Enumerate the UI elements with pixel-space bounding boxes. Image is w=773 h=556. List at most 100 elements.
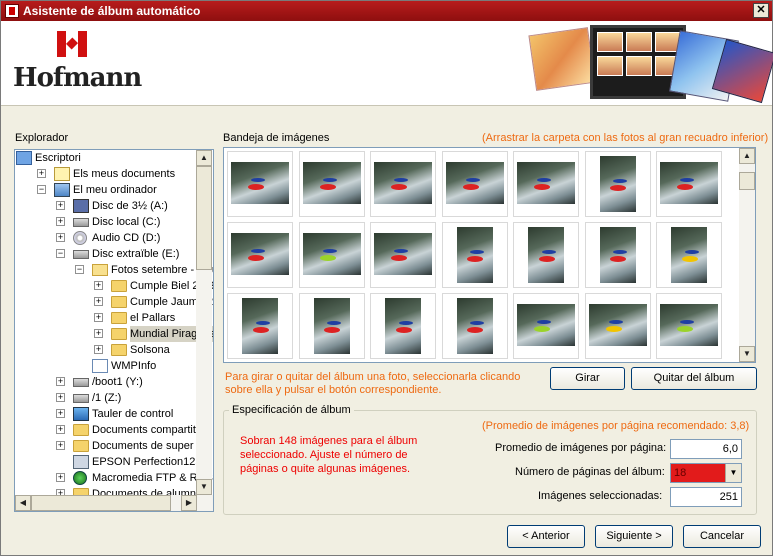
drive-icon	[73, 394, 89, 403]
chevron-down-icon[interactable]: ▼	[725, 464, 741, 482]
tree-item-label: Tauler de control	[92, 408, 174, 420]
expand-icon[interactable]: +	[56, 441, 65, 450]
photo-thumbnail[interactable]	[584, 222, 651, 288]
scroll-thumb[interactable]	[196, 166, 212, 270]
expand-icon[interactable]: +	[94, 329, 103, 338]
folder-open-icon	[92, 264, 108, 276]
tray-hint: (Arrastrar la carpeta con las fotos al g…	[482, 132, 769, 144]
tree-item-label: WMPInfo	[111, 360, 157, 372]
page-count-label: Número de páginas del álbum:	[515, 466, 665, 478]
folder-tree[interactable]: Escriptori + Els meus documents − El meu ord…	[14, 149, 214, 512]
photo-thumbnail[interactable]	[441, 151, 508, 217]
next-button[interactable]: Siguiente >	[595, 525, 673, 548]
rotate-button[interactable]: Girar	[550, 367, 625, 390]
page-count-value: 18	[674, 467, 687, 479]
expand-icon[interactable]: +	[94, 313, 103, 322]
hscroll-thumb[interactable]	[31, 495, 171, 511]
expand-icon[interactable]: +	[56, 201, 65, 210]
tray-scroll-up-button[interactable]: ▲	[739, 148, 755, 164]
photo-thumbnail[interactable]	[370, 222, 436, 288]
kayak-photo-image	[456, 227, 493, 283]
photo-thumbnail[interactable]	[584, 151, 651, 217]
photo-thumbnail[interactable]	[441, 222, 508, 288]
tree-horizontal-scrollbar[interactable]: ◀ ▶	[15, 495, 213, 511]
collapse-icon[interactable]: −	[75, 265, 84, 274]
kayak-photo-image	[231, 233, 289, 275]
kayak-photo-image	[528, 227, 564, 283]
tray-scroll-thumb[interactable]	[739, 172, 755, 190]
kayak-photo-image	[517, 304, 575, 346]
collapse-icon[interactable]: −	[56, 249, 65, 258]
scroll-up-button[interactable]: ▲	[196, 150, 212, 166]
kayak-photo-image	[302, 162, 361, 204]
photo-thumbnail[interactable]	[584, 293, 651, 359]
photo-thumbnail[interactable]	[298, 293, 365, 359]
photo-thumbnail[interactable]	[370, 293, 436, 359]
tree-item-label: Audio CD (D:)	[92, 232, 161, 244]
expand-icon[interactable]: +	[56, 377, 65, 386]
scroll-right-button[interactable]: ▶	[181, 495, 197, 511]
avg-images-field[interactable]: 6,0	[670, 439, 742, 459]
selected-images-field: 251	[670, 487, 742, 507]
tree-item-label: Els meus documents	[73, 168, 176, 180]
album-collage-image	[522, 23, 773, 105]
photo-thumbnail[interactable]	[441, 293, 508, 359]
photo-thumbnail[interactable]	[513, 222, 579, 288]
image-tray[interactable]: ▲ ▼	[223, 147, 756, 363]
kayak-photo-image	[302, 233, 361, 275]
tree-item-label: Disc extraïble (E:)	[92, 248, 180, 260]
expand-icon[interactable]: +	[56, 233, 65, 242]
folder-icon	[111, 296, 127, 308]
kayak-photo-image	[385, 298, 421, 354]
expand-icon[interactable]: +	[56, 473, 65, 482]
kayak-photo-image	[374, 162, 432, 204]
cancel-button[interactable]: Cancelar	[683, 525, 761, 548]
folder-icon	[73, 424, 89, 436]
expand-icon[interactable]: +	[94, 281, 103, 290]
scroll-left-button[interactable]: ◀	[15, 495, 31, 511]
cd-icon	[73, 231, 87, 245]
tray-scroll-down-button[interactable]: ▼	[739, 346, 755, 362]
expand-icon[interactable]: +	[94, 297, 103, 306]
tray-scrollbar[interactable]: ▲ ▼	[739, 148, 755, 362]
collapse-icon[interactable]: −	[37, 185, 46, 194]
photo-thumbnail[interactable]	[227, 222, 293, 288]
photo-thumbnail[interactable]	[513, 151, 579, 217]
avg-images-label: Promedio de imágenes por página:	[495, 442, 667, 454]
expand-icon[interactable]: +	[56, 217, 65, 226]
expand-icon[interactable]: +	[94, 345, 103, 354]
scroll-down-button[interactable]: ▼	[196, 479, 212, 495]
expand-icon[interactable]: +	[56, 393, 65, 402]
photo-thumbnail[interactable]	[298, 151, 365, 217]
drive-icon	[73, 250, 89, 259]
tree-item-label: Solsona	[130, 344, 170, 356]
expand-icon[interactable]: +	[56, 409, 65, 418]
page-count-select[interactable]: 18 ▼	[670, 463, 742, 483]
photo-thumbnail[interactable]	[370, 151, 436, 217]
close-button[interactable]: ✕	[753, 3, 769, 18]
tree-item-label: Disc de 3½ (A:)	[92, 200, 168, 212]
tree-vertical-scrollbar[interactable]: ▲ ▼	[196, 150, 212, 495]
rotate-remove-instruction: Para girar o quitar del álbum una foto, …	[225, 371, 521, 396]
photo-thumbnail[interactable]	[656, 222, 722, 288]
tree-item-label: Macromedia FTP & RDS	[92, 472, 213, 484]
photo-thumbnail[interactable]	[227, 151, 293, 217]
kayak-photo-image	[671, 227, 707, 283]
tree-item-label: El meu ordinador	[73, 184, 157, 196]
kayak-photo-image	[374, 233, 432, 275]
photo-thumbnail[interactable]	[227, 293, 293, 359]
selected-images-label: Imágenes seleccionadas:	[538, 490, 663, 502]
expand-icon[interactable]: +	[56, 425, 65, 434]
back-button[interactable]: < Anterior	[507, 525, 585, 548]
title-bar: Asistente de álbum automático ✕	[1, 1, 772, 21]
expand-icon[interactable]: +	[37, 169, 46, 178]
photo-thumbnail[interactable]	[298, 222, 365, 288]
tree-item-label: Documents compartits	[92, 424, 202, 436]
photo-thumbnail[interactable]	[656, 151, 722, 217]
photo-thumbnail[interactable]	[656, 293, 722, 359]
computer-icon	[54, 183, 70, 197]
photo-thumbnail[interactable]	[513, 293, 579, 359]
remove-from-album-button[interactable]: Quitar del álbum	[631, 367, 757, 390]
kayak-photo-image	[588, 304, 647, 346]
folder-icon	[73, 440, 89, 452]
